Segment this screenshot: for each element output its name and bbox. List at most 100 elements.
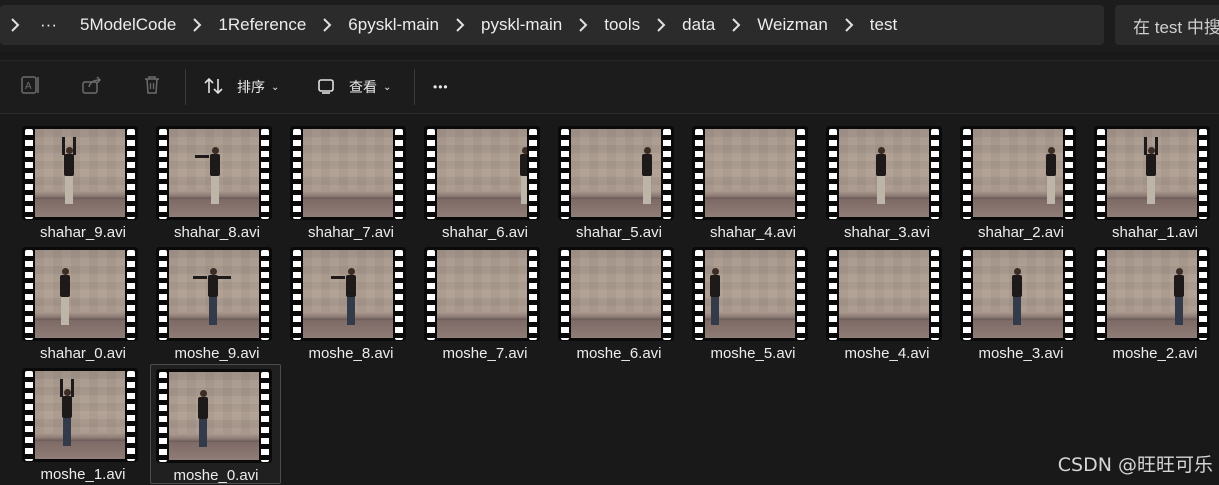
- file-name: moshe_5.avi: [710, 345, 796, 362]
- file-name: shahar_6.avi: [442, 224, 528, 241]
- share-button[interactable]: [81, 73, 103, 101]
- video-thumbnail: [156, 369, 272, 463]
- file-item[interactable]: shahar_9.avi: [18, 123, 148, 241]
- chevron-right-icon[interactable]: [575, 18, 591, 32]
- command-bar: A 排序 ⌄ 查看 ⌄ •••: [0, 60, 1219, 114]
- file-item[interactable]: shahar_5.avi: [554, 123, 684, 241]
- rename-button[interactable]: A: [20, 73, 42, 101]
- file-name: shahar_2.avi: [978, 224, 1064, 241]
- file-name: moshe_7.avi: [442, 345, 528, 362]
- address-bar-row: ··· 5ModelCode 1Reference 6pyskl-main py…: [0, 0, 1219, 52]
- chevron-right-icon[interactable]: [653, 18, 669, 32]
- video-thumbnail: [692, 247, 808, 341]
- file-item[interactable]: moshe_4.avi: [822, 244, 952, 362]
- file-item[interactable]: shahar_8.avi: [152, 123, 282, 241]
- more-paths-icon[interactable]: ···: [30, 15, 67, 35]
- file-item[interactable]: shahar_0.avi: [18, 244, 148, 362]
- file-item[interactable]: moshe_6.avi: [554, 244, 684, 362]
- chevron-right-icon[interactable]: [319, 18, 335, 32]
- search-input[interactable]: 在 test 中搜: [1115, 5, 1219, 45]
- video-thumbnail: [558, 247, 674, 341]
- view-label: 查看: [349, 79, 377, 95]
- video-thumbnail: [424, 247, 540, 341]
- file-name: moshe_0.avi: [173, 467, 259, 484]
- sort-label: 排序: [237, 79, 265, 95]
- breadcrumb-item[interactable]: pyskl-main: [468, 15, 575, 35]
- video-thumbnail: [692, 126, 808, 220]
- breadcrumb-item[interactable]: 1Reference: [205, 15, 319, 35]
- file-item[interactable]: shahar_6.avi: [420, 123, 550, 241]
- file-item[interactable]: moshe_8.avi: [286, 244, 416, 362]
- file-item-selected[interactable]: moshe_0.avi: [150, 364, 281, 484]
- breadcrumb-item[interactable]: 6pyskl-main: [335, 15, 452, 35]
- file-name: shahar_3.avi: [844, 224, 930, 241]
- more-options-button[interactable]: •••: [433, 73, 449, 101]
- toolbar-divider: [414, 69, 415, 105]
- file-item[interactable]: moshe_7.avi: [420, 244, 550, 362]
- chevron-down-icon: ⌄: [271, 81, 280, 93]
- video-thumbnail: [290, 247, 406, 341]
- file-name: shahar_8.avi: [174, 224, 260, 241]
- video-thumbnail: [1094, 126, 1210, 220]
- file-item[interactable]: shahar_3.avi: [822, 123, 952, 241]
- video-thumbnail: [826, 126, 942, 220]
- watermark: CSDN @旺旺可乐: [1057, 454, 1213, 476]
- file-name: moshe_4.avi: [844, 345, 930, 362]
- file-item[interactable]: shahar_4.avi: [688, 123, 818, 241]
- video-thumbnail: [22, 368, 138, 462]
- file-name: moshe_1.avi: [40, 466, 126, 483]
- video-thumbnail: [960, 126, 1076, 220]
- file-item[interactable]: shahar_2.avi: [956, 123, 1086, 241]
- chevron-right-icon[interactable]: [841, 18, 857, 32]
- file-name: moshe_9.avi: [174, 345, 260, 362]
- file-item[interactable]: moshe_2.avi: [1090, 244, 1219, 362]
- chevron-right-icon[interactable]: [189, 18, 205, 32]
- video-thumbnail: [290, 126, 406, 220]
- file-grid: shahar_9.avi shahar_8.avi shahar_7.avi s…: [0, 113, 1219, 485]
- file-name: moshe_6.avi: [576, 345, 662, 362]
- video-thumbnail: [22, 247, 138, 341]
- file-name: moshe_3.avi: [978, 345, 1064, 362]
- chevron-down-icon: ⌄: [383, 81, 392, 93]
- svg-text:A: A: [25, 81, 32, 92]
- video-thumbnail: [558, 126, 674, 220]
- sort-icon: [203, 75, 225, 100]
- video-thumbnail: [156, 247, 272, 341]
- file-item[interactable]: moshe_1.avi: [18, 365, 148, 483]
- breadcrumb-item[interactable]: tools: [591, 15, 653, 35]
- toolbar-divider: [185, 69, 186, 105]
- share-icon: [81, 74, 103, 101]
- file-item[interactable]: moshe_9.avi: [152, 244, 282, 362]
- sort-button[interactable]: 排序 ⌄: [203, 73, 279, 101]
- rename-icon: A: [20, 74, 42, 101]
- trash-icon: [141, 74, 163, 101]
- video-thumbnail: [22, 126, 138, 220]
- video-thumbnail: [424, 126, 540, 220]
- file-item[interactable]: shahar_7.avi: [286, 123, 416, 241]
- video-thumbnail: [826, 247, 942, 341]
- chevron-right-icon[interactable]: [728, 18, 744, 32]
- file-name: moshe_8.avi: [308, 345, 394, 362]
- more-icon: •••: [433, 80, 449, 94]
- file-name: shahar_0.avi: [40, 345, 126, 362]
- delete-button[interactable]: [141, 73, 163, 101]
- breadcrumb-item[interactable]: Weizman: [744, 15, 841, 35]
- file-name: shahar_7.avi: [308, 224, 394, 241]
- video-thumbnail: [960, 247, 1076, 341]
- file-name: moshe_2.avi: [1112, 345, 1198, 362]
- file-name: shahar_4.avi: [710, 224, 796, 241]
- chevron-right-icon[interactable]: [452, 18, 468, 32]
- view-icon: [317, 76, 337, 99]
- breadcrumb-item[interactable]: data: [669, 15, 728, 35]
- file-item[interactable]: moshe_3.avi: [956, 244, 1086, 362]
- breadcrumb-item-current[interactable]: test: [857, 15, 910, 35]
- video-thumbnail: [1094, 247, 1210, 341]
- file-item[interactable]: moshe_5.avi: [688, 244, 818, 362]
- file-name: shahar_1.avi: [1112, 224, 1198, 241]
- file-item[interactable]: shahar_1.avi: [1090, 123, 1219, 241]
- view-button[interactable]: 查看 ⌄: [317, 73, 391, 101]
- video-thumbnail: [156, 126, 272, 220]
- breadcrumb-item[interactable]: 5ModelCode: [67, 15, 189, 35]
- chevron-right-icon[interactable]: [0, 18, 30, 32]
- breadcrumb[interactable]: ··· 5ModelCode 1Reference 6pyskl-main py…: [0, 5, 1104, 45]
